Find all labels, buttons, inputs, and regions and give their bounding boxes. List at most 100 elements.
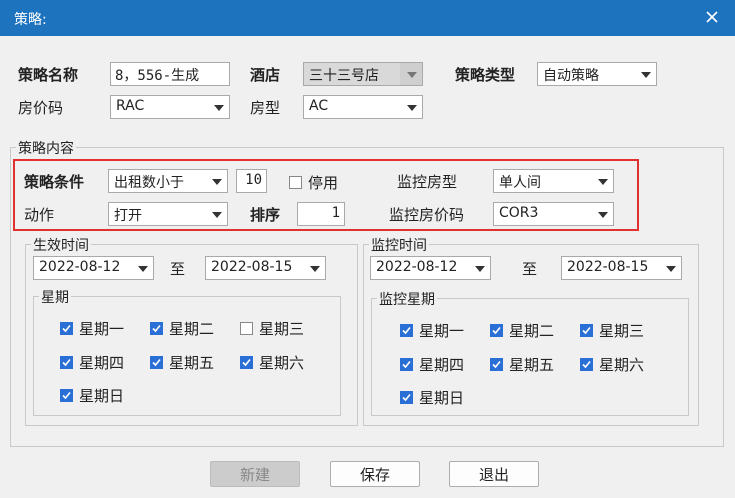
monitor-day-checkbox[interactable]: 星期三 (580, 320, 644, 341)
chevron-down-icon (475, 266, 485, 272)
order-label: 排序 (250, 206, 281, 224)
strategy-type-select[interactable]: 自动策略 (537, 62, 657, 86)
checkbox-icon (400, 358, 413, 371)
monitor-room-type-value: 单人间 (499, 175, 541, 191)
day-label: 星期一 (79, 320, 125, 338)
close-icon[interactable] (701, 6, 723, 28)
checkbox-icon (289, 176, 302, 189)
checkbox-icon (580, 324, 593, 337)
chevron-down-icon (310, 266, 320, 272)
save-button[interactable]: 保存 (330, 461, 420, 487)
monitor-rate-code-value: COR3 (499, 205, 539, 221)
room-type-select[interactable]: AC (303, 95, 423, 119)
monitor-room-type-select[interactable]: 单人间 (493, 169, 614, 193)
disabled-checkbox[interactable]: 停用 (289, 172, 338, 193)
strategy-type-value: 自动策略 (543, 68, 599, 84)
chevron-down-icon (212, 179, 222, 185)
exit-button[interactable]: 退出 (449, 461, 539, 487)
effective-day-checkbox[interactable]: 星期三 (240, 318, 304, 339)
day-label: 星期四 (419, 356, 465, 374)
monitor-start-value: 2022-08-12 (376, 259, 458, 275)
effective-day-checkbox[interactable]: 星期日 (60, 385, 124, 406)
monitor-end-value: 2022-08-15 (567, 259, 649, 275)
monitor-rate-code-label: 监控房价码 (389, 206, 465, 224)
monitor-end-date[interactable]: 2022-08-15 (561, 256, 682, 280)
monitor-day-checkbox[interactable]: 星期六 (580, 354, 644, 375)
effective-day-checkbox[interactable]: 星期四 (60, 352, 124, 373)
monitor-start-date[interactable]: 2022-08-12 (370, 256, 491, 280)
monitor-day-checkbox[interactable]: 星期四 (400, 354, 464, 375)
chevron-down-icon (138, 266, 148, 272)
condition-label: 策略条件 (24, 173, 85, 191)
title-bar: 策略: (0, 0, 735, 36)
hotel-label: 酒店 (250, 66, 281, 84)
day-label: 星期五 (509, 356, 555, 374)
effective-end-date[interactable]: 2022-08-15 (205, 256, 326, 280)
effective-to-label: 至 (170, 260, 186, 278)
day-label: 星期日 (79, 387, 125, 405)
rate-code-select[interactable]: RAC (110, 95, 230, 119)
rate-code-value: RAC (116, 98, 145, 114)
week-title: 星期 (39, 287, 71, 307)
day-label: 星期五 (169, 354, 215, 372)
day-label: 星期六 (259, 354, 305, 372)
checkbox-icon (490, 358, 503, 371)
condition-value: 出租数小于 (114, 175, 184, 191)
monitor-time-title: 监控时间 (369, 235, 429, 255)
day-label: 星期四 (79, 354, 125, 372)
new-button[interactable]: 新建 (210, 461, 300, 487)
monitor-week-title: 监控星期 (377, 289, 437, 309)
rate-code-label: 房价码 (18, 99, 64, 117)
monitor-day-checkbox[interactable]: 星期日 (400, 387, 464, 408)
checkbox-icon (240, 322, 253, 335)
monitor-day-checkbox[interactable]: 星期二 (490, 320, 554, 341)
chevron-down-icon (598, 179, 608, 185)
chevron-down-icon (407, 72, 417, 78)
day-label: 星期六 (599, 356, 645, 374)
checkbox-icon (580, 358, 593, 371)
checkbox-icon (240, 356, 253, 369)
strategy-name-input[interactable]: 8，556-生成 (110, 62, 230, 86)
hotel-select-value: 三十三号店 (309, 68, 379, 84)
effective-start-value: 2022-08-12 (39, 259, 121, 275)
action-value: 打开 (114, 208, 142, 224)
effective-start-date[interactable]: 2022-08-12 (33, 256, 154, 280)
order-input[interactable]: 1 (297, 202, 345, 226)
chevron-down-icon (214, 105, 224, 111)
window-title: 策略: (14, 12, 47, 28)
strategy-name-label: 策略名称 (18, 66, 79, 84)
chevron-down-icon (598, 212, 608, 218)
day-label: 星期一 (419, 322, 465, 340)
hotel-select[interactable]: 三十三号店 (303, 62, 423, 86)
effective-day-checkbox[interactable]: 星期五 (150, 352, 214, 373)
day-label: 星期二 (509, 322, 555, 340)
condition-select[interactable]: 出租数小于 (108, 169, 228, 193)
condition-number-input[interactable]: 10 (236, 169, 267, 193)
checkbox-icon (150, 356, 163, 369)
effective-day-checkbox[interactable]: 星期一 (60, 318, 124, 339)
checkbox-icon (400, 324, 413, 337)
monitor-to-label: 至 (522, 260, 538, 278)
checkbox-icon (490, 324, 503, 337)
day-label: 星期二 (169, 320, 215, 338)
effective-time-title: 生效时间 (31, 235, 91, 255)
effective-day-checkbox[interactable]: 星期二 (150, 318, 214, 339)
chevron-down-icon (212, 212, 222, 218)
chevron-down-icon (641, 72, 651, 78)
effective-day-checkbox[interactable]: 星期六 (240, 352, 304, 373)
disabled-checkbox-label: 停用 (308, 174, 339, 192)
strategy-content-title: 策略内容 (16, 138, 76, 158)
monitor-day-checkbox[interactable]: 星期五 (490, 354, 554, 375)
checkbox-icon (400, 391, 413, 404)
monitor-room-type-label: 监控房型 (397, 173, 458, 191)
action-label: 动作 (24, 206, 55, 224)
monitor-rate-code-select[interactable]: COR3 (493, 202, 614, 226)
checkbox-icon (60, 389, 73, 402)
chevron-down-icon (407, 105, 417, 111)
day-label: 星期三 (599, 322, 645, 340)
effective-end-value: 2022-08-15 (211, 259, 293, 275)
action-select[interactable]: 打开 (108, 202, 228, 226)
strategy-type-label: 策略类型 (455, 66, 516, 84)
monitor-day-checkbox[interactable]: 星期一 (400, 320, 464, 341)
room-type-value: AC (309, 98, 329, 114)
